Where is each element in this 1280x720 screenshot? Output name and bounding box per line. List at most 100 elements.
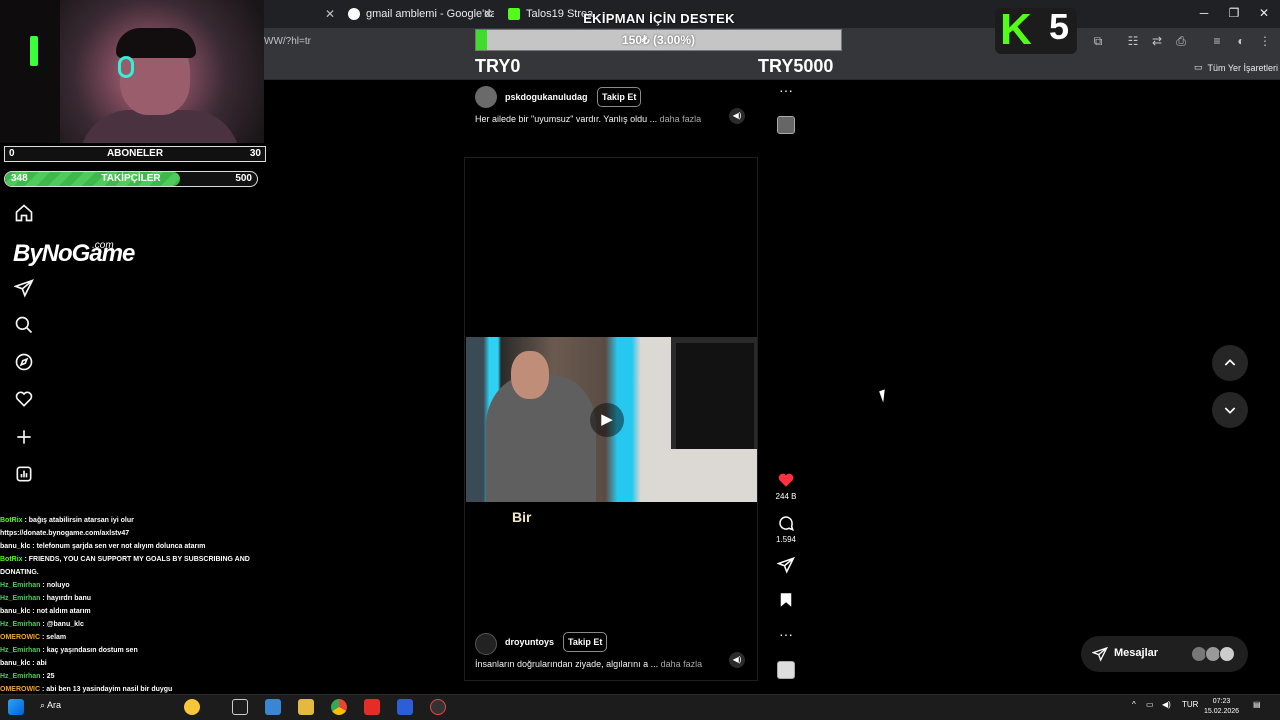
chat-username[interactable]: Hz_Emirhan [0,621,40,628]
chat-text: https://donate.bynogame.com/axlstv47 [0,530,130,537]
avatar[interactable] [475,86,497,108]
start-icon[interactable] [8,699,24,715]
system-clock[interactable]: 07:23 15.02.2026 [1204,697,1239,717]
bookmark-manager-icon[interactable]: ☷ [1124,34,1142,48]
kick-logo: K [1000,5,1032,54]
minimize-icon[interactable]: ─ [1194,6,1214,20]
save-bookmark-icon[interactable] [776,591,796,614]
restore-icon[interactable]: ❐ [1224,6,1244,20]
folder-icon: ▭ [1194,62,1203,72]
post2-caption-text: İnsanların doğrularından ziyade, algılar… [475,659,659,669]
kick-count: 5 [1049,6,1070,47]
chat-message: banu_klc : not aldım atarım [0,605,262,618]
chat-username[interactable]: BotRix [0,517,23,524]
post1-follow-button[interactable]: Takip Et [597,87,642,107]
search-icon[interactable] [14,315,34,335]
volume-icon[interactable]: ◀) [1162,700,1171,709]
chat-username[interactable]: OMEROWIC [0,686,40,693]
chat-text: : hayırdrı banu [40,595,92,602]
explore-icon[interactable] [14,352,34,372]
donation-goal-label: 150₺ (3.00%) [621,33,695,47]
extensions-icon[interactable]: ⧉ [1089,34,1107,49]
chat-username[interactable]: Hz_Emirhan [0,647,40,654]
print-icon[interactable]: ⎙ [1172,34,1190,49]
app-icon[interactable] [397,699,413,715]
comment-icon[interactable] [776,514,796,537]
network-icon[interactable]: ▭ [1146,700,1154,709]
chat-username[interactable]: OMEROWIC [0,634,40,641]
reel-video[interactable]: ▶ [466,337,757,502]
previous-reel-button[interactable] [1212,345,1248,381]
profile-icon[interactable]: ◐ [1232,34,1250,48]
post2-username[interactable]: droyuntoys [505,637,554,647]
like-heart-icon[interactable] [776,471,796,494]
post1-username[interactable]: pskdogukanuludag [505,92,588,102]
followers-label: TAKİPÇİLER [101,173,161,184]
next-reel-button[interactable] [1212,392,1248,428]
more-options-icon[interactable]: ··· [776,82,796,98]
tab-close-icon[interactable]: ✕ [325,7,335,21]
bynogame-logo: ByNoGame [13,240,135,267]
chat-text: : abi [30,660,47,667]
chat-message: DONATING. [0,566,262,579]
chat-username[interactable]: Hz_Emirhan [0,595,40,602]
file-explorer-icon[interactable] [298,699,314,715]
send-icon [1091,646,1108,662]
dashboard-icon[interactable] [14,464,34,484]
tray-chevron-icon[interactable]: ^ [1132,700,1136,709]
translate-icon[interactable]: ⇄ [1148,34,1166,48]
tab-google-search[interactable]: gmail amblemi - Google'da Ara [348,4,494,24]
chat-username[interactable]: Hz_Emirhan [0,673,40,680]
search-icon: ⌕ [40,700,48,710]
youtube-icon[interactable] [364,699,380,715]
obs-icon[interactable] [430,699,446,715]
chat-username[interactable]: Hz_Emirhan [0,582,40,589]
chat-message: Hz_Emirhan : kaç yaşındasın dostum sen [0,644,262,657]
chat-text: : FRIENDS, YOU CAN SUPPORT MY GOALS BY S… [22,556,250,563]
store-icon[interactable] [265,699,281,715]
play-icon[interactable]: ▶ [590,403,624,437]
chrome-icon[interactable] [331,699,347,715]
mute-icon[interactable]: ◀) [729,108,745,124]
more-options-icon[interactable]: ··· [776,626,796,642]
notification-icon[interactable]: ▤ [1253,700,1261,709]
post2-more-link[interactable]: daha fazla [661,659,703,669]
post1-caption-text: Her ailede bir "uyumsuz" vardır. Yanlış … [475,114,658,124]
mute-icon[interactable]: ◀) [729,652,745,668]
chat-text: : 25 [40,673,55,680]
chat-username[interactable]: banu_klc [0,608,30,615]
reading-list-icon[interactable]: ≡ [1208,34,1226,48]
chat-username[interactable]: banu_klc [0,660,30,667]
all-bookmarks[interactable]: ▭ Tüm Yer İşaretleri [1194,62,1278,73]
avatar[interactable] [475,633,497,655]
audio-thumbnail[interactable] [777,661,795,679]
bynogame-logo-suffix: .com [92,240,114,251]
donation-goal-bar: 150₺ (3.00%) [475,29,842,51]
language-indicator[interactable]: TUR [1182,700,1198,709]
close-window-icon[interactable]: ✕ [1254,6,1274,20]
audio-thumbnail[interactable] [777,116,795,134]
home-icon[interactable] [14,203,34,223]
create-icon[interactable] [14,427,34,447]
copilot-icon[interactable] [184,699,200,715]
video-speaker-face [511,351,549,399]
share-icon[interactable] [776,556,796,579]
donation-goal-title: EKİPMAN İÇİN DESTEK [583,11,735,26]
chat-message: banu_klc : telefonum şarjda sen ver not … [0,540,262,553]
webcam-feed [0,0,264,143]
menu-icon[interactable]: ⋮ [1256,34,1274,48]
url-text[interactable]: WW/?hl=tr [264,36,311,47]
task-view-icon[interactable] [232,699,248,715]
send-icon[interactable] [13,278,34,298]
chat-message: Hz_Emirhan : noluyo [0,579,262,592]
post2-caption: İnsanların doğrularından ziyade, algılar… [475,659,702,669]
chat-message: OMEROWIC : selam [0,631,262,644]
taskbar-search[interactable]: ⌕ Ara [40,700,61,711]
chat-username[interactable]: BotRix [0,556,23,563]
chat-username[interactable]: banu_klc [0,543,30,550]
heart-icon[interactable] [14,389,34,409]
chat-text: : not aldım atarım [30,608,91,615]
messages-button[interactable]: Mesajlar [1081,636,1248,672]
post1-more-link[interactable]: daha fazla [660,114,702,124]
post2-follow-button[interactable]: Takip Et [563,632,608,652]
